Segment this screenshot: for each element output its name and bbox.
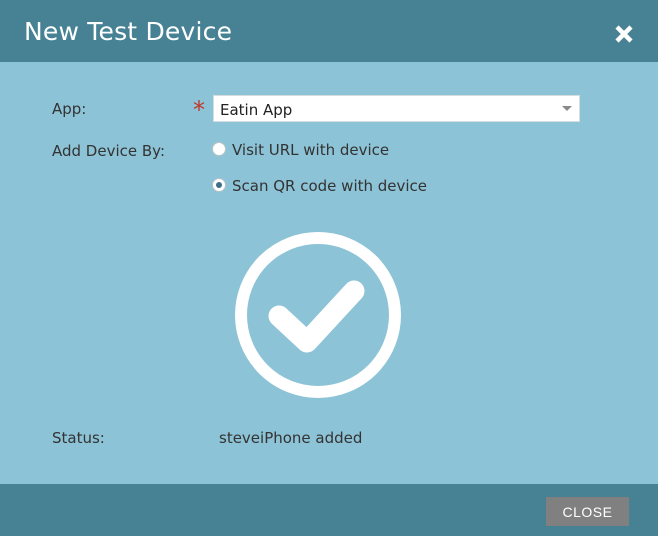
- status-value: steveiPhone added: [219, 429, 363, 447]
- app-select-value: Eatin App: [220, 101, 293, 119]
- close-button[interactable]: CLOSE: [546, 497, 629, 526]
- dialog-header: New Test Device: [0, 0, 658, 62]
- radio-label: Scan QR code with device: [232, 177, 428, 195]
- radio-button[interactable]: [212, 142, 226, 156]
- required-marker: *: [193, 96, 205, 124]
- dialog-title: New Test Device: [24, 17, 233, 46]
- app-label: App:: [52, 100, 87, 118]
- app-select[interactable]: Eatin App: [213, 95, 580, 122]
- check-circle-icon: [234, 231, 402, 399]
- radio-selected-dot: [216, 182, 222, 188]
- chevron-down-icon: [562, 106, 572, 111]
- radio-label: Visit URL with device: [232, 141, 390, 159]
- status-label: Status:: [52, 429, 105, 447]
- close-x-icon[interactable]: [610, 20, 638, 48]
- add-device-label: Add Device By:: [52, 142, 166, 160]
- new-test-device-dialog: New Test Device App: * Eatin App Add Dev…: [0, 0, 658, 536]
- radio-button[interactable]: [212, 178, 226, 192]
